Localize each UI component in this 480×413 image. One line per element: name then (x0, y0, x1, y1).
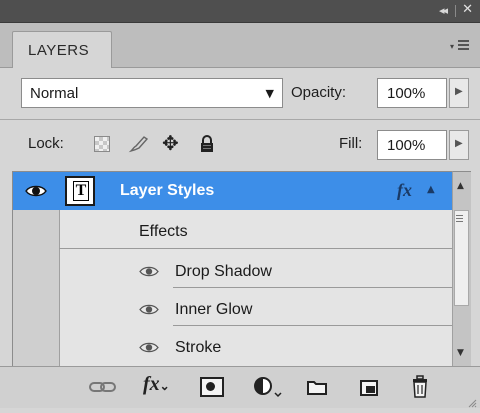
tab-layers[interactable]: LAYERS (12, 31, 112, 68)
chevron-right-icon: ▶ (455, 86, 463, 97)
scroll-thumb[interactable] (454, 210, 469, 306)
link-layers-icon[interactable] (88, 375, 118, 399)
lock-label: Lock: (28, 135, 64, 152)
new-layer-icon[interactable] (358, 375, 380, 399)
layers-toolbar: fx⌄ (0, 366, 480, 408)
lock-image-pixels-icon[interactable] (128, 135, 150, 153)
layer-style-label: fx (143, 373, 160, 395)
blend-mode-value: Normal (30, 85, 79, 102)
type-layer-icon: T (73, 181, 89, 201)
opacity-input[interactable]: 100% (377, 78, 447, 108)
opacity-value: 100% (387, 85, 426, 102)
effect-name: Inner Glow (175, 301, 253, 318)
layers-list: T Layer Styles fx ▲ Effects Drop Shadow (12, 171, 453, 367)
panel-tab-row: LAYERS ▾ (0, 23, 480, 68)
chevron-right-icon: ▶ (455, 138, 463, 149)
lock-position-icon[interactable]: ✥ (162, 131, 184, 155)
adjustment-layer-icon[interactable] (252, 375, 288, 399)
resize-grip-icon[interactable] (467, 395, 477, 408)
row-divider (173, 287, 453, 288)
eye-icon[interactable] (25, 184, 47, 198)
divider (0, 119, 480, 120)
panel-menu-arrow-icon: ▾ (450, 42, 455, 51)
row-divider (173, 325, 453, 326)
fx-icon[interactable]: fx (397, 180, 412, 201)
opacity-label: Opacity: (291, 84, 347, 101)
close-panel-icon[interactable]: ✕ (462, 2, 473, 17)
titlebar-divider (455, 5, 456, 17)
effect-name: Stroke (175, 339, 222, 356)
text-layer-thumbnail: T (65, 176, 95, 206)
panel-menu-icon[interactable]: ▾ (450, 39, 470, 53)
tab-layers-label: LAYERS (28, 42, 90, 59)
scroll-grip-icon (456, 215, 463, 224)
lock-all-icon[interactable] (199, 135, 215, 153)
chevron-down-icon: ▼ (265, 87, 274, 100)
scroll-up-icon[interactable]: ▲ (457, 181, 464, 191)
add-mask-icon[interactable] (200, 377, 224, 397)
layer-style-icon[interactable]: fx⌄ (143, 373, 183, 397)
layers-panel: ◂◂ ✕ LAYERS ▾ Normal ▼ Opacity: 100% ▶ L… (0, 0, 480, 408)
opacity-slider-button[interactable]: ▶ (449, 78, 469, 108)
layer-row[interactable]: T Layer Styles fx ▲ (13, 172, 453, 210)
eye-icon[interactable] (139, 303, 159, 316)
panel-titlebar: ◂◂ ✕ (0, 0, 480, 23)
effects-label[interactable]: Effects (139, 223, 188, 241)
effects-expand-toggle-icon[interactable]: ▲ (427, 184, 435, 195)
lock-transparent-pixels-icon[interactable] (94, 136, 110, 152)
row-divider (59, 248, 453, 249)
new-group-icon[interactable] (306, 375, 328, 399)
layers-scrollbar[interactable]: ▲ ▼ (452, 171, 471, 367)
fill-value: 100% (387, 137, 426, 154)
effect-name: Drop Shadow (175, 263, 272, 280)
fill-input[interactable]: 100% (377, 130, 447, 160)
eye-icon[interactable] (139, 341, 159, 354)
blend-mode-select[interactable]: Normal ▼ (21, 78, 283, 108)
delete-layer-icon[interactable] (410, 375, 430, 399)
eye-icon[interactable] (139, 265, 159, 278)
scroll-down-icon[interactable]: ▼ (457, 348, 464, 358)
fill-label: Fill: (339, 135, 363, 152)
layer-name[interactable]: Layer Styles (120, 182, 214, 200)
fill-slider-button[interactable]: ▶ (449, 130, 469, 160)
collapse-panel-icon[interactable]: ◂◂ (439, 4, 448, 17)
